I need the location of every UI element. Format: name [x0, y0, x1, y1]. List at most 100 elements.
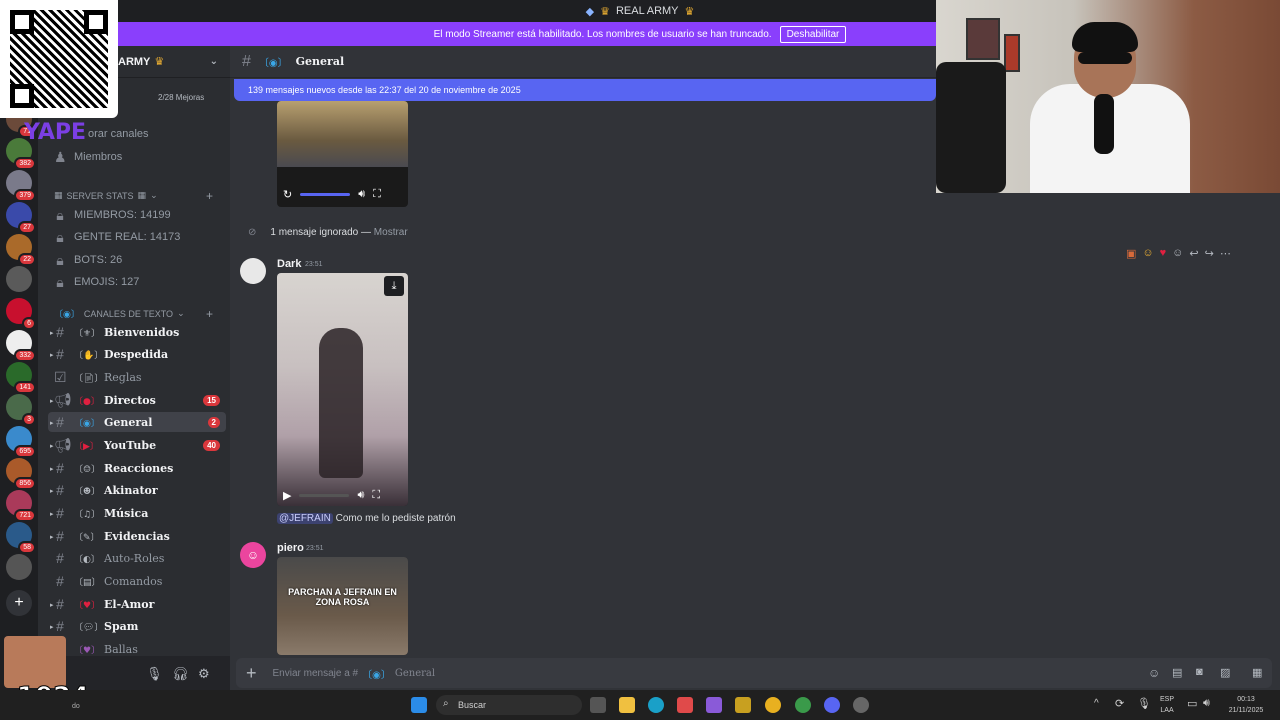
channel-el-amor[interactable]: ▸ # 〔♥〕 El-Amor [48, 594, 226, 614]
channel-general[interactable]: ▸ # 〔◉〕 General 2 [48, 412, 226, 432]
add-server-icon[interactable]: + [6, 590, 32, 616]
channel-reacciones[interactable]: ▸ # 〔☺〕 Reacciones [48, 458, 226, 478]
server-icon[interactable] [6, 554, 32, 580]
add-channel-icon[interactable]: + [206, 189, 213, 203]
fullscreen-icon[interactable]: ⛶ [372, 489, 380, 502]
sticker-icon[interactable]: ◙ [1196, 666, 1203, 678]
volume-icon[interactable]: 🔊︎ [358, 188, 365, 201]
mention[interactable]: @JEFRAIN [277, 513, 333, 524]
avatar[interactable]: ☺ [240, 542, 266, 568]
channel-spam[interactable]: ▸ # 〔💬︎〕 Spam [48, 616, 226, 636]
apps-icon[interactable]: ▦ [1252, 666, 1262, 679]
server-icon[interactable]: 379 [6, 170, 36, 202]
sync-icon[interactable]: ⟳ [1115, 697, 1124, 710]
microphone-icon[interactable]: 🎙︎ [1137, 697, 1151, 710]
display-icon[interactable]: ▭ [1187, 697, 1197, 710]
taskbar-search[interactable]: ⌕ Buscar [436, 695, 582, 715]
play-icon[interactable]: ▶ [283, 489, 291, 502]
message-author[interactable]: piero [277, 542, 304, 554]
chair [936, 62, 1006, 193]
progress-bar[interactable] [300, 192, 351, 196]
channel-comandos[interactable]: # 〔▤〕 Comandos [48, 571, 226, 591]
chrome-icon[interactable] [765, 697, 781, 713]
lock-icon: 🔒︎ [56, 273, 64, 290]
add-channel-icon[interactable]: + [206, 307, 213, 321]
app-icon[interactable] [853, 697, 869, 713]
file-explorer-icon[interactable] [619, 697, 635, 713]
reaction-emoji-icon[interactable]: ▣ [1126, 247, 1136, 260]
microphone-icon[interactable]: 🎙︎ [146, 666, 163, 682]
server-icon[interactable]: 141 [6, 362, 36, 394]
download-icon[interactable]: ⤓ [384, 276, 404, 296]
clock[interactable]: 00:13 21/11/2025 [1226, 694, 1266, 716]
game-icon[interactable] [735, 697, 751, 713]
category-server-stats[interactable]: ▦ SERVER STATS ▦ ⌄ + [54, 189, 213, 203]
forward-icon[interactable]: ↪ [1205, 247, 1214, 260]
message-author[interactable]: Dark [277, 258, 301, 270]
server-icon[interactable]: 721 [6, 490, 36, 522]
volume-icon[interactable]: 🔊︎ [1203, 697, 1210, 710]
server-icon[interactable]: 3 [6, 394, 36, 426]
channel-despedida[interactable]: ▸ # 〔✋〕 Despedida [48, 344, 226, 364]
channel-evidencias[interactable]: ▸ # 〔✎〕 Evidencias [48, 526, 226, 546]
members-link[interactable]: ♟ Miembros [48, 147, 226, 167]
server-icon[interactable] [6, 266, 32, 292]
start-label: do [72, 703, 80, 710]
task-view-icon[interactable] [590, 697, 606, 713]
channel-bienvenidos[interactable]: ▸ # 〔⚜〕 Bienvenidos [48, 322, 226, 342]
reply-icon[interactable]: ↩ [1189, 247, 1198, 260]
discord-icon[interactable] [824, 697, 840, 713]
windows-start-icon[interactable] [411, 697, 427, 713]
channel-youtube[interactable]: ▸ 📢︎ 〔▶〕 YouTube 40 [48, 435, 226, 455]
emoji-icon: 〔◐〕 [74, 554, 100, 565]
server-icon[interactable]: 332 [6, 330, 36, 362]
store-icon[interactable] [677, 697, 693, 713]
boost-progress[interactable]: 2/28 Mejoras [158, 93, 204, 102]
add-attachment-icon[interactable]: + [246, 663, 257, 684]
gear-icon[interactable]: ⚙ [198, 666, 210, 682]
edge-icon[interactable] [648, 697, 664, 713]
volume-icon[interactable]: 🔊︎ [357, 489, 364, 502]
stat-channel[interactable]: 🔒︎ BOTS: 26 [48, 250, 226, 270]
more-icon[interactable]: ⋯ [1220, 247, 1231, 260]
video-attachment[interactable]: ⤓ ▶ 🔊︎ ⛶ [277, 273, 408, 506]
language-indicator[interactable]: ESP LAA [1160, 694, 1174, 716]
message-composer[interactable]: + Enviar mensaje a # 〔◉〕 General ☺ ▤ ◙ ▨… [236, 658, 1272, 688]
unread-dot-icon: ▸ [50, 349, 54, 359]
new-messages-bar[interactable]: 139 mensajes nuevos desde las 22:37 del … [234, 79, 936, 101]
replay-icon[interactable]: ↻ [283, 188, 292, 201]
emoji-picker-icon[interactable]: ☺ [1148, 666, 1160, 680]
server-name: ARMY [118, 55, 151, 68]
headphones-icon[interactable]: 🎧︎ [172, 666, 189, 682]
server-icon[interactable]: 58 [6, 522, 36, 554]
show-link[interactable]: Mostrar [374, 227, 408, 238]
channel-reglas[interactable]: ☑ 〔📄︎〕 Reglas [48, 367, 226, 387]
stat-channel[interactable]: 🔒︎ EMOJIS: 127 [48, 272, 226, 292]
fullscreen-icon[interactable]: ⛶ [373, 188, 381, 201]
channel-musica[interactable]: ▸ # 〔♫〕 Música [48, 503, 226, 523]
disable-streamer-button[interactable]: Deshabilitar [779, 25, 847, 43]
channel-auto-roles[interactable]: # 〔◐〕 Auto-Roles [48, 548, 226, 568]
server-icon[interactable]: 6 [6, 298, 36, 330]
stat-channel[interactable]: 🔒︎ GENTE REAL: 14173 [48, 227, 226, 247]
server-icon[interactable]: 22 [6, 234, 36, 266]
image-icon[interactable]: ▨ [1220, 666, 1230, 679]
chrome-profile-icon[interactable] [795, 697, 811, 713]
category-text-channels[interactable]: 〔◉〕 CANALES DE TEXTO ⌄ + [54, 307, 213, 321]
avatar[interactable] [240, 258, 266, 284]
server-icon[interactable]: 27 [6, 202, 36, 234]
server-icon[interactable]: 856 [6, 458, 36, 490]
channel-directos[interactable]: ▸ 📢︎ 〔●〕 Directos 15 [48, 390, 226, 410]
reaction-emoji-icon[interactable]: ☺ [1142, 247, 1153, 260]
heart-icon[interactable]: ♥ [1160, 247, 1167, 260]
server-icon[interactable]: 695 [6, 426, 36, 458]
stat-channel[interactable]: 🔒︎ MIEMBROS: 14199 [48, 205, 226, 225]
channel-akinator[interactable]: ▸ # 〔☻〕 Akinator [48, 480, 226, 500]
add-reaction-icon[interactable]: ☺ [1172, 247, 1183, 260]
gif-icon[interactable]: ▤ [1172, 666, 1182, 679]
chevron-up-icon[interactable]: ^ [1094, 698, 1099, 709]
video-attachment[interactable]: ↻ 🔊︎ ⛶ [277, 101, 408, 207]
progress-bar[interactable] [299, 493, 350, 497]
copilot-icon[interactable] [706, 697, 722, 713]
video-attachment[interactable]: PARCHAN A JEFRAIN EN ZONA ROSA [277, 557, 408, 655]
